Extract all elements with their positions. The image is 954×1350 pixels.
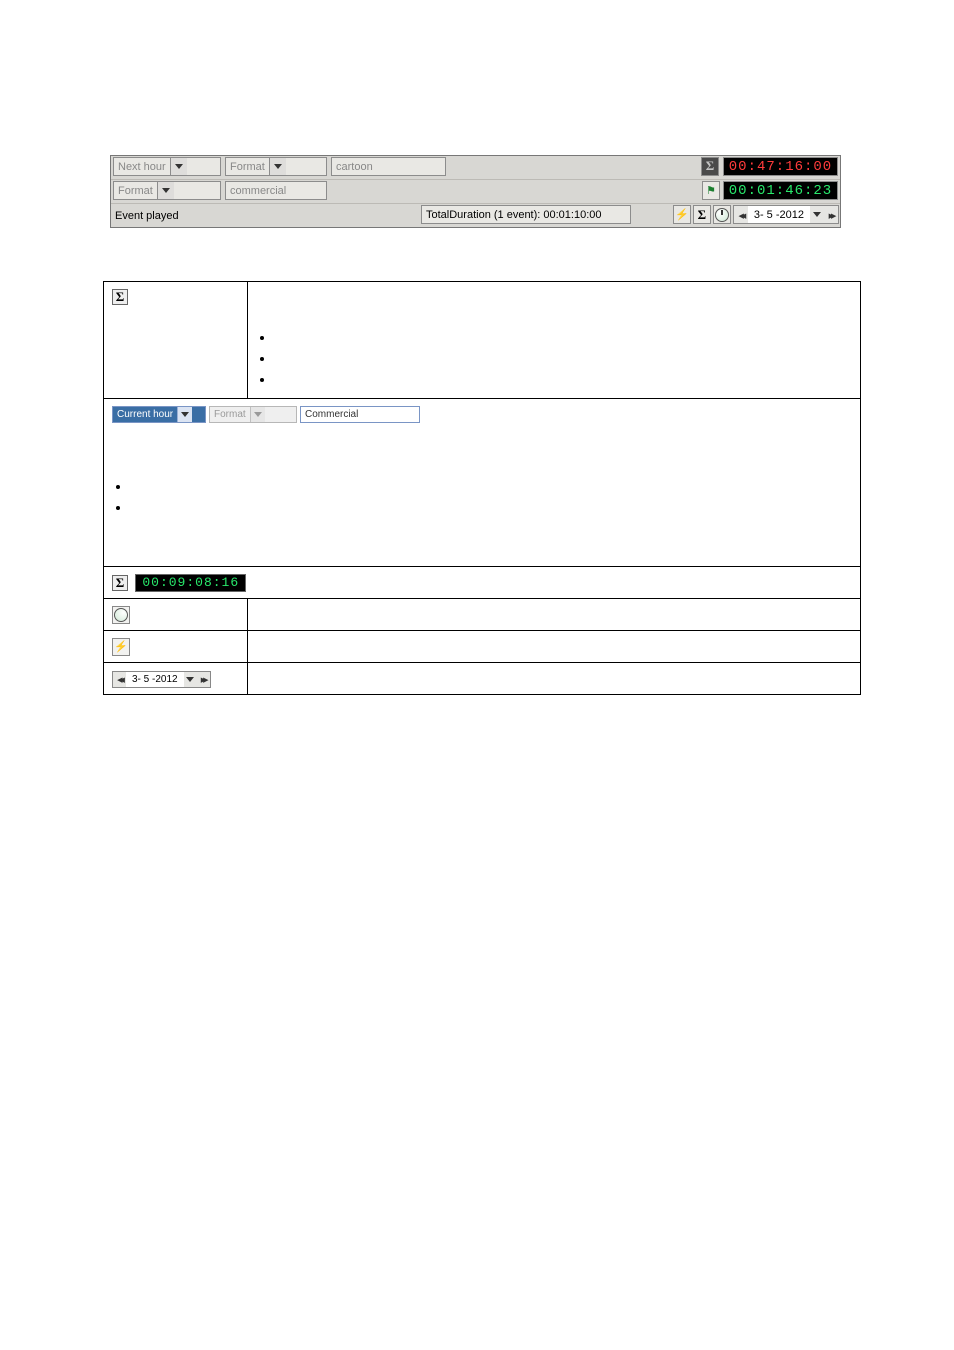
legend-row-sigma-tc: 00:09:08:16 <box>104 567 861 599</box>
format-dropdown-mini[interactable]: Format <box>209 406 297 423</box>
sigma-icon <box>116 573 125 593</box>
playlist-top-bar: Next hour Format cartoon 00:47:16:00 For… <box>110 155 841 228</box>
sigma-icon-box <box>112 289 128 305</box>
next-hour-dropdown[interactable]: Next hour <box>113 157 221 176</box>
bullet <box>274 349 852 367</box>
format-label-mini: Format <box>210 407 250 422</box>
bullet <box>130 477 852 495</box>
dropdown-icon[interactable] <box>250 407 265 422</box>
time-range-mini-bar: Current hour Format Commercial <box>112 406 420 423</box>
dropdown-icon[interactable] <box>177 407 192 422</box>
clear-button[interactable] <box>713 205 731 224</box>
legend-bullets-2 <box>130 477 852 516</box>
bolt-icon <box>675 208 689 221</box>
subformat-field-1: cartoon <box>331 157 446 176</box>
format-dropdown-2[interactable]: Format <box>113 181 221 200</box>
top-row-1: Next hour Format cartoon 00:47:16:00 <box>111 156 840 180</box>
traffic-date-text: 3- 5 -2012 <box>748 209 810 221</box>
subformat-value-1: cartoon <box>336 161 373 173</box>
total-duration-box: TotalDuration (1 event): 00:01:10:00 <box>421 205 631 224</box>
dropdown-icon[interactable] <box>157 182 174 199</box>
dropdown-icon[interactable] <box>170 158 187 175</box>
format-duration-tc-value: 00:09:08:16 <box>142 573 239 593</box>
flag-icon <box>706 184 716 197</box>
legend-row-cue <box>104 630 861 662</box>
subformat-field-2: commercial <box>225 181 327 200</box>
counter-start-icon-box[interactable] <box>702 181 720 200</box>
format-label-2: Format <box>114 185 157 197</box>
sweep-icon <box>715 208 729 222</box>
legend-row-date: 3- 5 -2012 <box>104 662 861 694</box>
date-dropdown-button[interactable] <box>184 672 197 687</box>
traffic-date-picker[interactable]: 3- 5 -2012 <box>733 205 839 224</box>
legend-row-sigma <box>104 282 861 399</box>
event-status-text: Event played <box>115 210 179 222</box>
remaining-format-tc: 00:01:46:23 <box>723 181 838 200</box>
sigma-icon <box>706 158 715 175</box>
total-duration-text: TotalDuration (1 event): 00:01:10:00 <box>426 209 602 221</box>
top-row-3: Event played TotalDuration (1 event): 00… <box>111 204 840 227</box>
format-label-1: Format <box>226 161 269 173</box>
format-duration-tc: 00:09:08:16 <box>135 574 246 592</box>
sigma-icon <box>698 207 707 223</box>
sigma-button-red[interactable] <box>701 157 719 176</box>
legend-row-timerange: Current hour Format Commercial <box>104 399 861 567</box>
dropdown-icon[interactable] <box>269 158 286 175</box>
bullet <box>274 370 852 388</box>
subformat-mini-value: Commercial <box>305 407 358 422</box>
subformat-text-mini: Commercial <box>300 406 420 423</box>
legend-bullets-1 <box>274 328 852 388</box>
date-picker-mini[interactable]: 3- 5 -2012 <box>112 671 211 688</box>
format-dropdown-1[interactable]: Format <box>225 157 327 176</box>
bullet <box>274 328 852 346</box>
remaining-format-tc-value: 00:01:46:23 <box>729 183 832 199</box>
date-prev-button[interactable] <box>734 206 748 223</box>
current-hour-label: Current hour <box>113 407 177 422</box>
date-prev-button[interactable] <box>113 672 126 687</box>
date-dropdown-button[interactable] <box>810 206 824 223</box>
bolt-icon <box>114 637 128 656</box>
date-next-button[interactable] <box>824 206 838 223</box>
bullet <box>130 498 852 516</box>
clear-button-mini[interactable] <box>112 606 130 624</box>
sigma-icon <box>116 287 125 307</box>
subformat-value-2: commercial <box>230 185 286 197</box>
sigma-icon-box <box>112 575 128 591</box>
sweep-icon <box>114 608 128 622</box>
top-row-2: Format commercial 00:01:46:23 <box>111 180 840 204</box>
chevrons-right-icon <box>201 672 206 687</box>
event-status: Event played <box>111 204 419 227</box>
chevrons-right-icon <box>829 209 834 221</box>
legend-table: Current hour Format Commercial <box>103 281 861 695</box>
current-hour-dropdown[interactable]: Current hour <box>112 406 206 423</box>
date-next-button[interactable] <box>197 672 210 687</box>
remaining-hour-tc-value: 00:47:16:00 <box>729 159 832 175</box>
remaining-hour-tc: 00:47:16:00 <box>723 157 838 176</box>
cue-button-mini[interactable] <box>112 638 130 656</box>
sigma-button[interactable] <box>693 205 711 224</box>
next-hour-label: Next hour <box>114 161 170 173</box>
cue-button[interactable] <box>673 205 691 224</box>
legend-row-clear <box>104 599 861 631</box>
date-text-mini: 3- 5 -2012 <box>126 672 184 687</box>
chevrons-left-icon <box>738 209 743 221</box>
chevrons-left-icon <box>117 672 122 687</box>
